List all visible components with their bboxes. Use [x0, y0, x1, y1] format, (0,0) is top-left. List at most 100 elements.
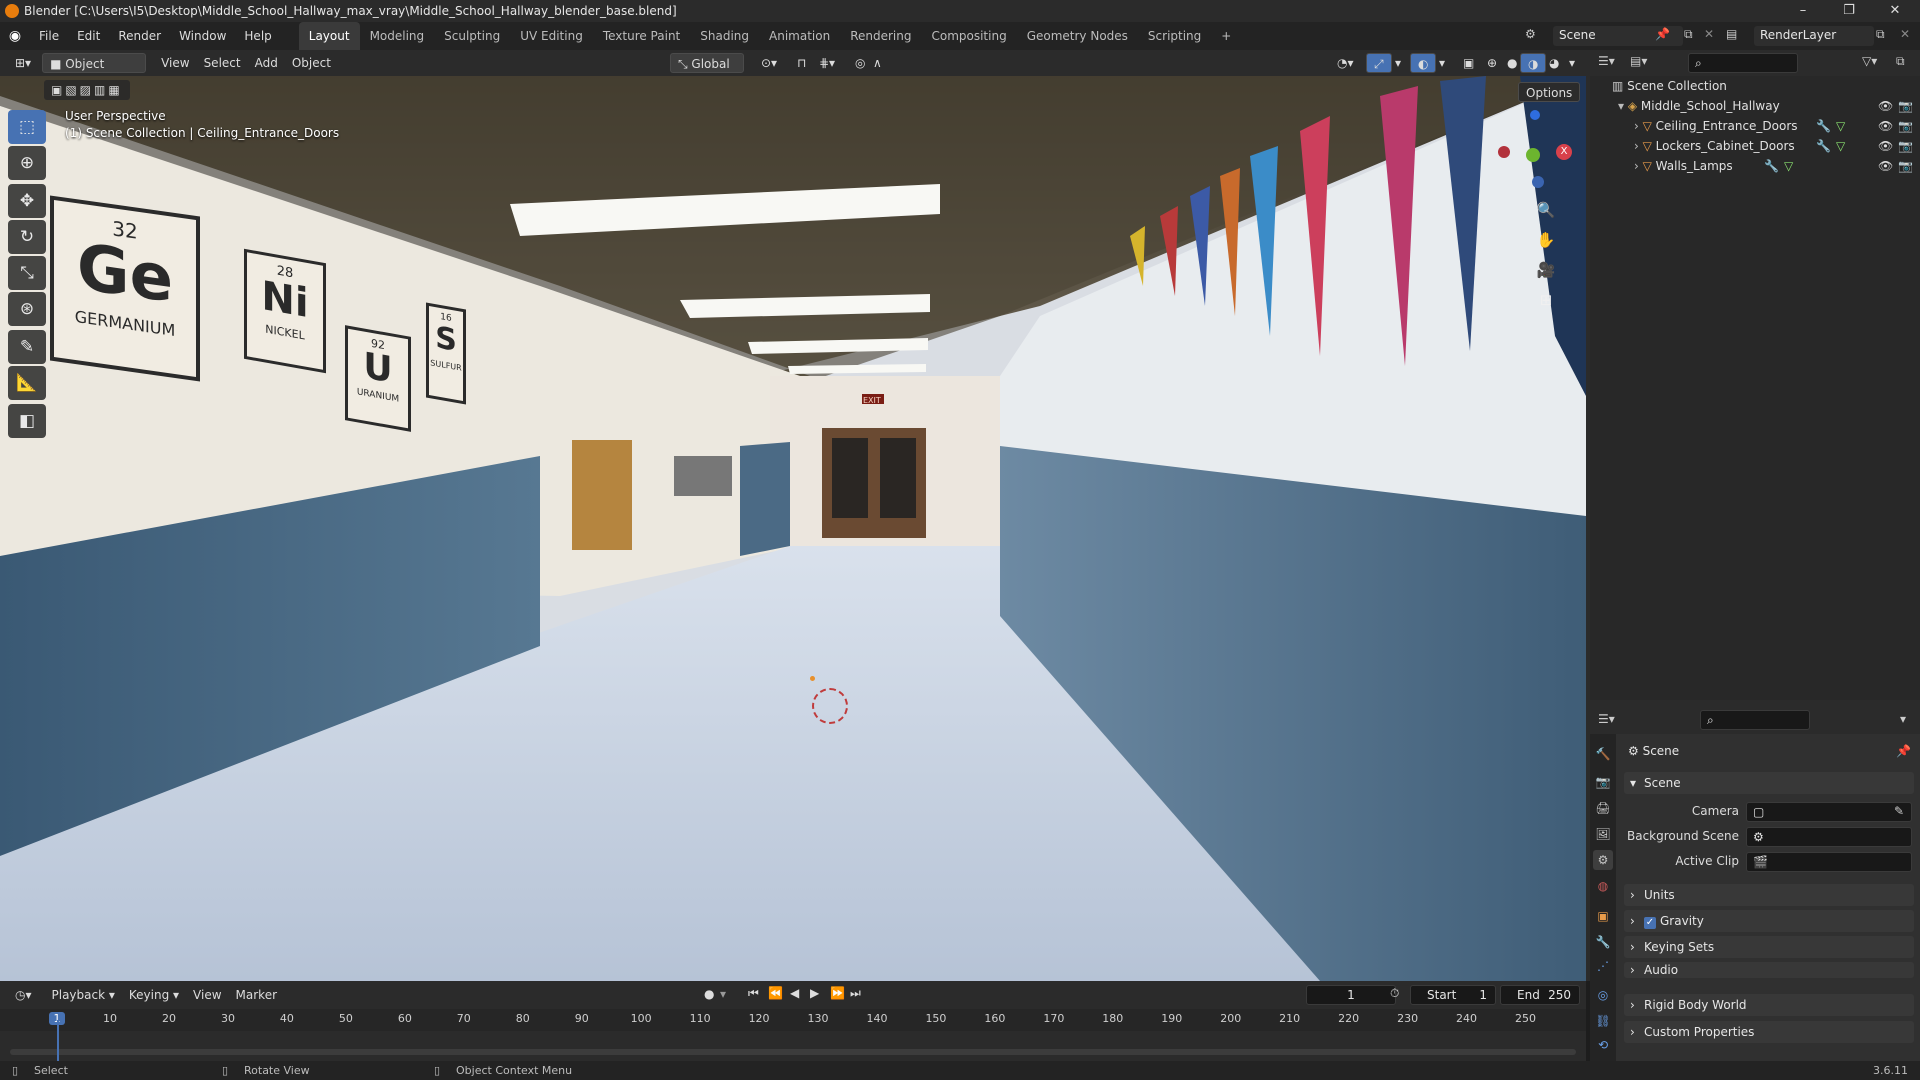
menu-add[interactable]: Add	[248, 53, 285, 73]
tab-compositing[interactable]: Compositing	[921, 22, 1016, 50]
outliner-item[interactable]: › ▽ Lockers_Cabinet_Doors 🔧 ▽ 👁 📷	[1590, 136, 1920, 156]
tab-rendering[interactable]: Rendering	[840, 22, 921, 50]
mode-selector[interactable]: ■ Object Mode ▾	[42, 53, 147, 91]
jump-keyframe-back-icon[interactable]: ⏪	[768, 986, 783, 1000]
menu-window[interactable]: Window	[170, 22, 235, 50]
frame-ruler[interactable]: 1 10 20 30 40 50 60 70 80 90 100 110 120 130 140 150 160…	[0, 1009, 1586, 1031]
panel-scene[interactable]: ▾ Scene	[1624, 772, 1914, 794]
menu-help[interactable]: Help	[235, 22, 280, 50]
panel-audio[interactable]: › Audio	[1624, 962, 1914, 978]
snap-target-icon[interactable]: ⋕▾	[812, 53, 842, 73]
menu-file[interactable]: File	[30, 22, 68, 50]
properties-search[interactable]: ⌕	[1700, 710, 1810, 730]
scene-type-icon[interactable]: ⚙	[1525, 27, 1536, 41]
transform-tool-icon[interactable]: ⊛	[8, 292, 46, 326]
current-frame-field[interactable]: 1	[1306, 985, 1396, 1005]
options-button[interactable]: Options	[1518, 82, 1581, 102]
zoom-icon[interactable]: 🔍	[1532, 196, 1560, 224]
record-button-icon[interactable]: ●	[704, 987, 714, 1001]
tab-scripting[interactable]: Scripting	[1138, 22, 1211, 50]
play-reverse-icon[interactable]: ◀	[790, 986, 799, 1000]
properties-editor-icon[interactable]: ☰▾	[1598, 712, 1615, 726]
camera-icon[interactable]: 📷	[1898, 96, 1913, 116]
gizmo-neg-z-axis-icon[interactable]	[1532, 176, 1544, 188]
object-tab-icon[interactable]: ▣	[1593, 906, 1613, 926]
camera-icon[interactable]: 📷	[1898, 136, 1913, 156]
3d-viewport[interactable]: EXIT 32 Ge GERMANIUM 28 Ni NICKEL 92 U U…	[0, 76, 1586, 981]
gravity-checkbox[interactable]: ✓	[1644, 917, 1656, 929]
expand-arrow-icon[interactable]: ›	[1634, 119, 1643, 133]
pivot-icon[interactable]: ⊙▾	[754, 53, 784, 73]
gizmo-x-axis-icon[interactable]: X	[1556, 144, 1572, 160]
background-scene-field[interactable]: ⚙	[1746, 827, 1912, 847]
outliner-scene-collection[interactable]: ▥ Scene Collection	[1590, 76, 1920, 96]
eyedropper-icon[interactable]: ✎	[1894, 804, 1904, 818]
scale-tool-icon[interactable]: ⤡	[8, 256, 46, 290]
add-cube-tool-icon[interactable]: ◧	[8, 404, 46, 438]
snap-icon[interactable]: ⊓	[790, 53, 813, 73]
menu-keying[interactable]: Keying ▾	[122, 985, 186, 1005]
modifier-icon[interactable]: 🔧	[1816, 136, 1831, 156]
gizmo-z-axis-icon[interactable]	[1530, 110, 1540, 120]
particles-tab-icon[interactable]: ⋰	[1593, 956, 1613, 976]
close-button[interactable]: ✕	[1872, 0, 1918, 22]
view-layer-icon[interactable]: ▤	[1726, 27, 1737, 41]
preview-range-icon[interactable]: ⏱	[1390, 986, 1399, 1001]
timeline-scrollbar[interactable]	[10, 1049, 1576, 1055]
annotate-tool-icon[interactable]: ✎	[8, 330, 46, 364]
modifier-icon[interactable]: 🔧	[1764, 156, 1779, 176]
timeline-editor-icon[interactable]: ◷▾	[8, 985, 39, 1005]
active-clip-field[interactable]: 🎬	[1746, 852, 1912, 872]
timeline-track[interactable]	[0, 1031, 1586, 1061]
falloff-icon[interactable]: ∧	[866, 53, 889, 73]
menu-render[interactable]: Render	[109, 22, 170, 50]
xray-icon[interactable]: ▣	[1456, 53, 1481, 73]
shading-menu-icon[interactable]: ▾	[1562, 53, 1582, 73]
menu-edit[interactable]: Edit	[68, 22, 109, 50]
pin-icon[interactable]: 📌	[1896, 744, 1911, 758]
tab-shading[interactable]: Shading	[690, 22, 759, 50]
world-tab-icon[interactable]: ◍	[1593, 876, 1613, 896]
cursor-tool-icon[interactable]: ⊕	[8, 146, 46, 180]
outliner-item[interactable]: › ▽ Ceiling_Entrance_Doors 🔧 ▽ 👁 📷	[1590, 116, 1920, 136]
pan-hand-icon[interactable]: ✋	[1532, 226, 1560, 254]
outliner-search[interactable]: ⌕	[1688, 53, 1798, 73]
start-frame-field[interactable]: Start 1	[1410, 985, 1496, 1005]
visibility-icon[interactable]: ◔▾	[1330, 53, 1361, 73]
filter-icon[interactable]: ▽▾	[1862, 54, 1877, 68]
gizmo-neg-x-axis-icon[interactable]	[1498, 146, 1510, 158]
panel-units[interactable]: › Units	[1624, 884, 1914, 906]
keying-menu-icon[interactable]: ▾	[720, 987, 726, 1001]
view-layer-tab-icon[interactable]: 🖼	[1593, 824, 1613, 844]
panel-gravity[interactable]: › ✓ Gravity	[1624, 910, 1914, 932]
select-box-tool-icon[interactable]: ⬚	[8, 110, 46, 144]
end-frame-field[interactable]: End 250	[1500, 985, 1580, 1005]
new-scene-icon[interactable]: ⧉	[1684, 27, 1693, 42]
camera-icon[interactable]: 📷	[1898, 116, 1913, 136]
modifier-tab-icon[interactable]: 🔧	[1593, 932, 1613, 952]
tab-layout[interactable]: Layout	[298, 22, 360, 50]
panel-custom-properties[interactable]: › Custom Properties	[1624, 1021, 1914, 1043]
menu-select[interactable]: Select	[197, 53, 248, 73]
editor-type-icon[interactable]: ⊞▾	[8, 53, 38, 73]
eye-icon[interactable]: 👁	[1878, 136, 1893, 156]
eye-icon[interactable]: 👁	[1878, 156, 1893, 176]
jump-end-icon[interactable]: ⏭	[850, 986, 861, 1001]
eye-icon[interactable]: 👁	[1878, 116, 1893, 136]
mesh-data-icon[interactable]: ▽	[1836, 136, 1845, 156]
outliner-collection[interactable]: ▾ ◈ Middle_School_Hallway 👁 📷	[1590, 96, 1920, 116]
delete-scene-icon[interactable]: ✕	[1704, 27, 1714, 41]
move-tool-icon[interactable]: ✥	[8, 184, 46, 218]
expand-arrow-icon[interactable]: ▾	[1618, 99, 1628, 113]
rotate-tool-icon[interactable]: ↻	[8, 220, 46, 254]
camera-view-icon[interactable]: 🎥	[1532, 256, 1560, 284]
tab-animation[interactable]: Animation	[759, 22, 840, 50]
physics-tab-icon[interactable]: ◎	[1593, 985, 1613, 1005]
output-tab-icon[interactable]: 🖨	[1593, 798, 1613, 818]
select-mode-icons[interactable]: ▣▧▨▥▦	[44, 80, 130, 100]
delete-layer-icon[interactable]: ✕	[1900, 27, 1910, 41]
measure-tool-icon[interactable]: 📐	[8, 366, 46, 400]
orientation-selector[interactable]: ⤡ Global ▾	[670, 53, 744, 91]
expand-arrow-icon[interactable]: ›	[1634, 159, 1643, 173]
tab-modeling[interactable]: Modeling	[360, 22, 435, 50]
